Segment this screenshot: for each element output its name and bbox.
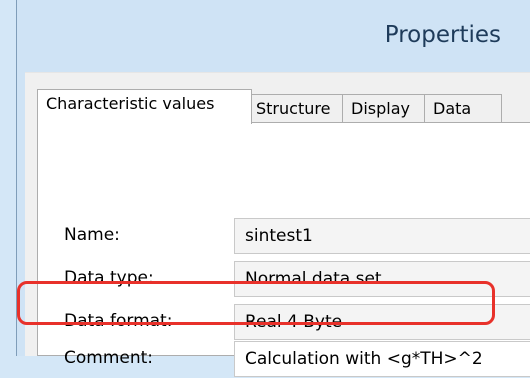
data-format-row: Data format: Real 4 Byte bbox=[38, 301, 530, 341]
data-type-label: Data type: bbox=[64, 268, 154, 288]
data-type-field[interactable]: Normal data set bbox=[234, 261, 530, 297]
name-field[interactable]: sintest1 bbox=[234, 218, 530, 254]
data-format-field[interactable]: Real 4 Byte bbox=[234, 304, 530, 340]
window-title: Properties bbox=[384, 22, 501, 48]
tab-structure[interactable]: Structure bbox=[247, 94, 350, 123]
name-row: Name: sintest1 bbox=[38, 215, 530, 255]
comment-row: Comment: Calculation with <g*TH>^2 bbox=[38, 338, 530, 378]
tab-display[interactable]: Display bbox=[342, 94, 432, 123]
characteristic-values-panel: Name: sintest1 Data type: Normal data se… bbox=[37, 122, 530, 377]
data-type-row: Data type: Normal data set bbox=[38, 258, 530, 298]
properties-window: Properties Characteristic values Structu… bbox=[16, 0, 530, 377]
tab-data[interactable]: Data bbox=[424, 94, 502, 123]
data-format-label: Data format: bbox=[64, 311, 173, 331]
name-label: Name: bbox=[64, 225, 120, 245]
comment-field[interactable]: Calculation with <g*TH>^2 bbox=[234, 341, 530, 377]
comment-label: Comment: bbox=[64, 348, 154, 368]
properties-content: Characteristic values Structure Display … bbox=[25, 72, 530, 377]
tab-characteristic-values[interactable]: Characteristic values bbox=[37, 89, 252, 124]
